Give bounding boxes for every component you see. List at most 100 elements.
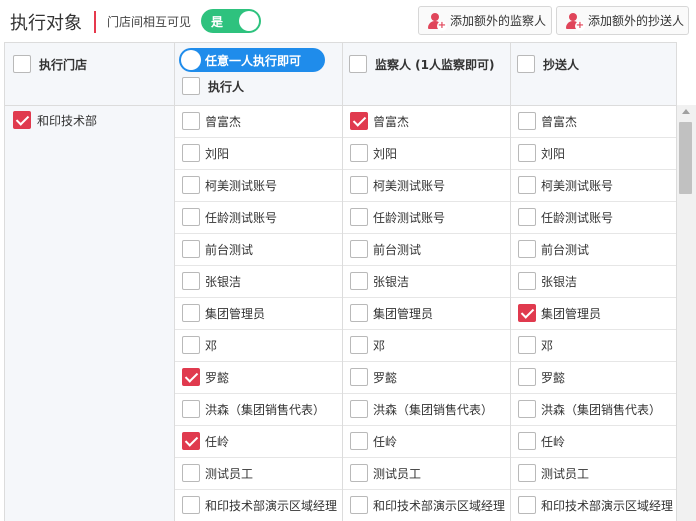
- executor-checkbox[interactable]: [182, 496, 200, 514]
- person-name: 测试员工: [205, 466, 254, 481]
- cc-cell: 和印技术部演示区域经理: [518, 496, 673, 514]
- table-row: 刘阳 刘阳 刘阳: [174, 138, 676, 170]
- cc-checkbox[interactable]: [518, 208, 536, 226]
- monitor-checkbox[interactable]: [350, 144, 368, 162]
- select-all-cc-checkbox[interactable]: [517, 55, 535, 73]
- monitor-checkbox[interactable]: [350, 304, 368, 322]
- scrollbar-thumb[interactable]: [679, 122, 692, 194]
- executor-checkbox[interactable]: [182, 176, 200, 194]
- vertical-scrollbar[interactable]: [677, 105, 696, 521]
- select-all-executors-checkbox[interactable]: [182, 77, 200, 95]
- executor-cell: 前台测试: [182, 240, 253, 258]
- executor-checkbox[interactable]: [182, 112, 200, 130]
- add-monitor-label: 添加额外的监察人: [450, 14, 547, 28]
- store-checkbox[interactable]: [13, 111, 31, 129]
- title-divider: [94, 11, 96, 33]
- select-all-monitors-checkbox[interactable]: [349, 55, 367, 73]
- store-column: 和印技术部: [5, 106, 174, 521]
- person-name: 任龄测试账号: [541, 210, 614, 225]
- cc-checkbox[interactable]: [518, 336, 536, 354]
- executor-checkbox[interactable]: [182, 144, 200, 162]
- cc-checkbox[interactable]: [518, 176, 536, 194]
- executor-cell: 测试员工: [182, 464, 253, 482]
- column-divider: [342, 43, 343, 521]
- table-row: 和印技术部演示区域经理 和印技术部演示区域经理 和印技术部演示区域经理: [174, 490, 676, 521]
- monitor-cell: 前台测试: [350, 240, 421, 258]
- person-name: 前台测试: [373, 242, 422, 257]
- store-visibility-toggle[interactable]: 是: [201, 9, 261, 33]
- executor-checkbox[interactable]: [182, 432, 200, 450]
- person-name: 张银洁: [205, 274, 242, 289]
- person-name: 邓: [541, 338, 554, 353]
- monitor-checkbox[interactable]: [350, 336, 368, 354]
- person-name: 曾富杰: [205, 114, 242, 129]
- executor-checkbox[interactable]: [182, 240, 200, 258]
- person-name: 刘阳: [205, 146, 230, 161]
- monitor-cell: 测试员工: [350, 464, 421, 482]
- person-name: 测试员工: [541, 466, 590, 481]
- person-name: 罗懿: [205, 370, 230, 385]
- cc-cell: 柯美测试账号: [518, 176, 613, 194]
- person-name: 张银洁: [373, 274, 410, 289]
- executor-checkbox[interactable]: [182, 336, 200, 354]
- header-store: 执行门店: [13, 55, 87, 73]
- monitor-checkbox[interactable]: [350, 272, 368, 290]
- cc-checkbox[interactable]: [518, 496, 536, 514]
- person-name: 曾富杰: [541, 114, 578, 129]
- monitor-checkbox[interactable]: [350, 496, 368, 514]
- monitor-checkbox[interactable]: [350, 176, 368, 194]
- person-name: 和印技术部演示区域经理: [205, 498, 338, 513]
- cc-checkbox[interactable]: [518, 368, 536, 386]
- add-cc-button[interactable]: + 添加额外的抄送人: [556, 6, 689, 35]
- table-row: 洪森（集团销售代表） 洪森（集团销售代表） 洪森（集团销售代表）: [174, 394, 676, 426]
- cc-checkbox[interactable]: [518, 464, 536, 482]
- executor-checkbox[interactable]: [182, 464, 200, 482]
- executor-checkbox[interactable]: [182, 368, 200, 386]
- cc-checkbox[interactable]: [518, 240, 536, 258]
- cc-checkbox[interactable]: [518, 272, 536, 290]
- monitor-cell: 集团管理员: [350, 304, 433, 322]
- executor-checkbox[interactable]: [182, 208, 200, 226]
- person-name: 张银洁: [541, 274, 578, 289]
- executor-checkbox[interactable]: [182, 272, 200, 290]
- add-monitor-button[interactable]: + 添加额外的监察人: [418, 6, 552, 35]
- store-visibility-label: 门店间相互可见: [107, 15, 192, 29]
- header-monitor: 监察人 (1人监察即可): [349, 55, 495, 73]
- cc-checkbox[interactable]: [518, 304, 536, 322]
- monitor-cell: 柯美测试账号: [350, 176, 445, 194]
- column-divider: [510, 43, 511, 521]
- table-row: 邓邓邓: [174, 330, 676, 362]
- cc-checkbox[interactable]: [518, 112, 536, 130]
- monitor-checkbox[interactable]: [350, 240, 368, 258]
- monitor-checkbox[interactable]: [350, 400, 368, 418]
- executor-checkbox[interactable]: [182, 400, 200, 418]
- monitor-checkbox[interactable]: [350, 432, 368, 450]
- monitor-checkbox[interactable]: [350, 464, 368, 482]
- monitor-cell: 任岭: [350, 432, 397, 450]
- person-name: 和印技术部演示区域经理: [541, 498, 674, 513]
- cc-cell: 洪森（集团销售代表）: [518, 400, 661, 418]
- monitor-checkbox[interactable]: [350, 112, 368, 130]
- monitor-cell: 张银洁: [350, 272, 409, 290]
- executor-checkbox[interactable]: [182, 304, 200, 322]
- cc-cell: 集团管理员: [518, 304, 601, 322]
- scroll-up-arrow-icon[interactable]: [682, 109, 690, 114]
- exec-mode-toggle[interactable]: 任意一人执行即可: [179, 48, 325, 72]
- executor-cell: 和印技术部演示区域经理: [182, 496, 337, 514]
- cc-cell: 刘阳: [518, 144, 565, 162]
- monitor-checkbox[interactable]: [350, 368, 368, 386]
- cc-cell: 曾富杰: [518, 112, 577, 130]
- cc-checkbox[interactable]: [518, 144, 536, 162]
- select-all-stores-checkbox[interactable]: [13, 55, 31, 73]
- executor-cell: 柯美测试账号: [182, 176, 277, 194]
- cc-checkbox[interactable]: [518, 400, 536, 418]
- assignment-table: 执行门店 任意一人执行即可 执行人 监察人 (1人监察即可) 抄送人 和印技术部…: [4, 42, 677, 521]
- person-name: 任龄测试账号: [373, 210, 446, 225]
- table-row: 任岭 任岭 任岭: [174, 426, 676, 458]
- header-bar: 执行对象 门店间相互可见 是 + 添加额外的监察人 + 添加额外的抄送人: [0, 0, 696, 42]
- executor-cell: 任龄测试账号: [182, 208, 277, 226]
- cc-checkbox[interactable]: [518, 432, 536, 450]
- monitor-checkbox[interactable]: [350, 208, 368, 226]
- person-name: 洪森（集团销售代表）: [373, 402, 494, 417]
- store-name: 和印技术部: [37, 113, 98, 128]
